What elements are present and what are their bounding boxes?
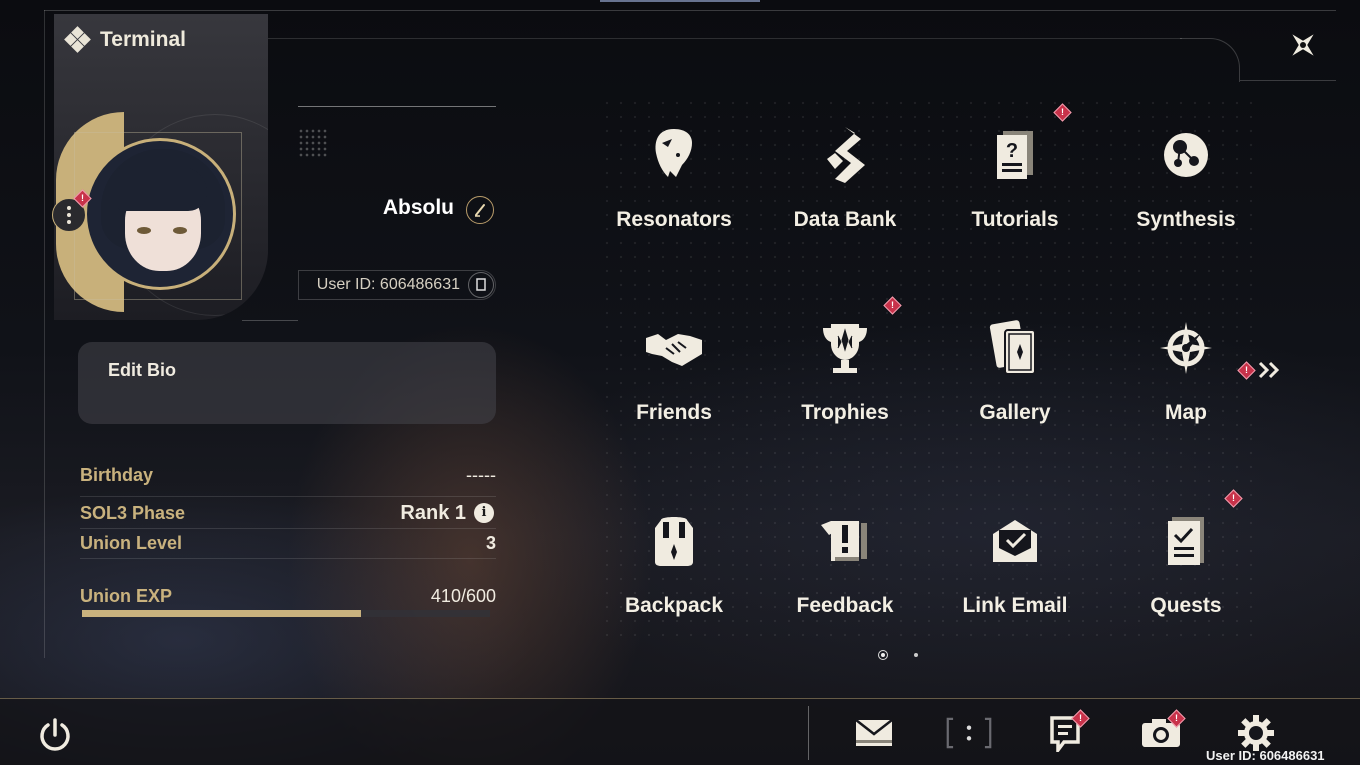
- alert-badge: !: [1053, 103, 1072, 122]
- settings-gear-icon: [1238, 715, 1274, 751]
- stat-divider: [80, 496, 496, 497]
- copy-icon: [476, 278, 486, 291]
- menu-label: Resonators: [616, 208, 732, 231]
- power-button[interactable]: [32, 712, 78, 758]
- exp-progress-fill: [82, 610, 361, 617]
- backpack-icon: [639, 506, 709, 576]
- union-exp-label: Union EXP: [80, 586, 173, 606]
- synthesis-icon: [1151, 120, 1221, 190]
- menu-label: Tutorials: [971, 208, 1059, 231]
- power-icon: [40, 718, 70, 751]
- alert-badge: !: [1237, 360, 1256, 380]
- name-divider: [298, 106, 496, 107]
- birthday-label: Birthday: [80, 465, 154, 485]
- left-rail-line: [44, 10, 45, 658]
- next-page-button[interactable]: !: [1237, 360, 1283, 380]
- bio-placeholder: Edit Bio: [108, 360, 176, 380]
- avatar[interactable]: [84, 138, 236, 290]
- menu-tile-resonators[interactable]: Resonators: [589, 102, 759, 272]
- stat-divider: [80, 558, 496, 559]
- menu-label: Link Email: [962, 594, 1068, 617]
- menu-tile-friends[interactable]: Friends: [589, 295, 759, 465]
- sol3-phase-value: Rank 1: [400, 502, 466, 524]
- menu-label: Backpack: [624, 594, 724, 617]
- stat-divider: [80, 528, 496, 529]
- menu-label: Friends: [636, 401, 712, 424]
- edit-name-button[interactable]: [466, 196, 494, 224]
- page-dot-active[interactable]: [878, 650, 888, 660]
- email-link-icon: [980, 506, 1050, 576]
- birthday-value: -----: [466, 465, 496, 485]
- menu-tile-link-email[interactable]: Link Email: [930, 488, 1100, 658]
- menu-tile-quests[interactable]: ! Quests: [1101, 488, 1271, 658]
- svg-text:?: ?: [1006, 140, 1018, 162]
- menu-tile-tutorials[interactable]: ? ! Tutorials: [930, 102, 1100, 272]
- union-exp-value: 410/600: [430, 586, 496, 606]
- menu-tile-synthesis[interactable]: Synthesis: [1101, 102, 1271, 272]
- card-divider: [242, 320, 298, 321]
- chat-bracket-icon: [946, 717, 992, 749]
- menu-tile-feedback[interactable]: Feedback: [760, 488, 930, 658]
- menu-label: Quests: [1150, 594, 1222, 617]
- sol3-phase-label: SOL3 Phase: [80, 503, 186, 523]
- chat-button: [946, 710, 992, 756]
- feedback-icon: [810, 506, 880, 576]
- pencil-icon: [475, 204, 485, 217]
- decorative-dot-grid: [298, 128, 328, 158]
- quests-icon: [1151, 506, 1221, 576]
- camera-button[interactable]: !: [1138, 709, 1186, 756]
- menu-tile-gallery[interactable]: Gallery: [930, 295, 1100, 465]
- menu-tile-data-bank[interactable]: Data Bank: [760, 102, 930, 272]
- double-chevron-right-icon: [1258, 361, 1280, 379]
- menu-tile-backpack[interactable]: Backpack: [589, 488, 759, 658]
- header: Terminal: [64, 26, 186, 53]
- username: Absolu: [382, 196, 454, 219]
- data-bank-icon: [810, 120, 880, 190]
- menu-label: Feedback: [796, 594, 894, 617]
- info-icon[interactable]: i: [474, 503, 494, 523]
- menu-label: Data Bank: [793, 208, 897, 231]
- page-title: Terminal: [100, 28, 186, 51]
- notice-button[interactable]: !: [1042, 709, 1090, 756]
- copy-id-button[interactable]: [468, 272, 494, 298]
- alert-badge: !: [1224, 489, 1243, 508]
- menu-label: Gallery: [979, 401, 1051, 424]
- page-dot[interactable]: [914, 653, 918, 657]
- bottom-divider: [808, 706, 809, 760]
- bottom-user-id: User ID: 606486631: [1206, 748, 1325, 763]
- alert-badge: !: [883, 296, 902, 315]
- frame-line: [268, 38, 1182, 39]
- union-level-label: Union Level: [80, 533, 183, 553]
- handshake-icon: [639, 313, 709, 383]
- compass-icon: [1151, 313, 1221, 383]
- union-level-value: 3: [485, 533, 496, 553]
- frame-top-line: [44, 10, 1336, 11]
- mail-icon: [855, 719, 893, 746]
- menu-label: Synthesis: [1136, 208, 1236, 231]
- top-accent-line: [600, 0, 760, 2]
- menu-label: Map: [1165, 401, 1207, 424]
- mail-button[interactable]: [851, 710, 897, 756]
- bio-field[interactable]: [78, 342, 496, 424]
- trophy-icon: [810, 313, 880, 383]
- frame-corner: [1180, 38, 1240, 82]
- menu-tile-trophies[interactable]: ! Trophies: [760, 295, 930, 465]
- tutorials-icon: ?: [980, 120, 1050, 190]
- menu-label: Trophies: [801, 401, 889, 424]
- close-star-icon: [1292, 34, 1314, 56]
- close-button[interactable]: [1284, 26, 1322, 64]
- gallery-cards-icon: [980, 313, 1050, 383]
- frame-line: [1240, 80, 1336, 81]
- terminal-diamond-icon: [64, 26, 91, 53]
- user-id-text: User ID: 606486631: [316, 276, 460, 293]
- resonators-icon: [639, 120, 709, 190]
- page-indicator: [878, 650, 918, 660]
- menu-tile-map[interactable]: Map: [1101, 295, 1271, 465]
